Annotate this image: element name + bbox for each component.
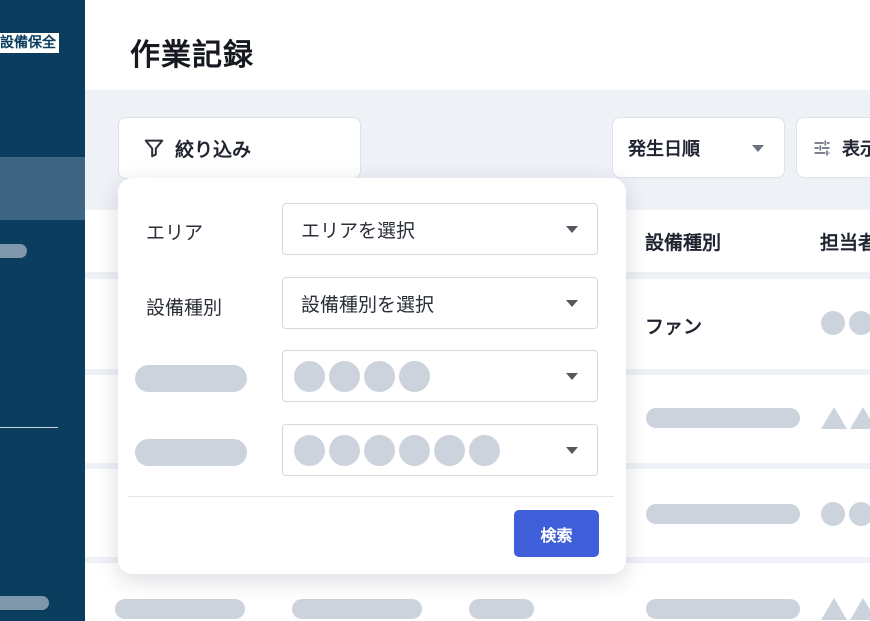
triangle-placeholder-icon <box>821 598 847 620</box>
placeholder-dot <box>469 434 500 466</box>
filter-popover: エリア エリアを選択 設備種別 設備種別を選択 検索 <box>118 178 626 574</box>
sidebar-item-placeholder[interactable] <box>0 596 49 610</box>
placeholder-dot <box>329 360 360 392</box>
filter-button[interactable]: 絞り込み <box>118 117 361 179</box>
chevron-down-icon <box>566 300 578 307</box>
area-select[interactable]: エリアを選択 <box>282 203 598 255</box>
column-header-placeholder <box>108 228 115 250</box>
area-label: エリア <box>146 222 204 244</box>
chevron-down-icon <box>566 447 578 454</box>
filter-button-label: 絞り込み <box>175 138 252 161</box>
table-cell-placeholder <box>469 599 534 619</box>
table-cell-placeholder <box>646 408 800 428</box>
triangle-placeholder-icon <box>850 407 870 429</box>
sidebar-item-placeholder[interactable] <box>0 244 27 258</box>
sidebar: 設備保全 <box>0 0 85 621</box>
field-label-placeholder <box>135 439 247 466</box>
funnel-icon <box>144 139 164 158</box>
sort-select[interactable]: 発生日順 <box>612 117 785 178</box>
placeholder-dot <box>329 434 360 466</box>
placeholder-dot <box>294 434 325 466</box>
filter-select-placeholder[interactable] <box>282 350 598 402</box>
chevron-down-icon <box>752 145 764 152</box>
display-settings-label: 表示 <box>842 138 870 160</box>
placeholder-dot <box>434 434 465 466</box>
placeholder-dot <box>364 434 395 466</box>
sort-select-value: 発生日順 <box>628 138 700 160</box>
search-button[interactable]: 検索 <box>514 510 599 557</box>
table-cell-equipment-type: ファン <box>645 316 703 338</box>
placeholder-dot <box>364 360 395 392</box>
assignee-avatar-placeholder <box>821 502 845 526</box>
table-cell-placeholder <box>292 599 422 619</box>
chevron-down-icon <box>566 226 578 233</box>
equipment-type-select-placeholder: 設備種別を選択 <box>301 293 435 316</box>
sidebar-item-active[interactable] <box>0 157 85 220</box>
assignee-avatar-placeholder <box>849 502 870 526</box>
table-cell-placeholder <box>646 599 800 619</box>
column-header-equipment-type[interactable]: 設備種別 <box>645 228 721 255</box>
field-label-placeholder <box>135 365 247 392</box>
column-header-assignee[interactable]: 担当者 <box>820 228 870 255</box>
popover-divider <box>128 496 614 497</box>
filter-select-placeholder[interactable] <box>282 424 598 476</box>
placeholder-dot <box>399 434 430 466</box>
placeholder-dot <box>294 360 325 392</box>
assignee-avatar-placeholder <box>821 311 845 335</box>
assignee-avatar-placeholder <box>849 311 870 335</box>
triangle-placeholder-icon <box>850 598 870 620</box>
display-settings-button[interactable]: 表示 <box>796 117 870 178</box>
equipment-type-select[interactable]: 設備種別を選択 <box>282 277 598 329</box>
area-select-placeholder: エリアを選択 <box>301 219 416 242</box>
triangle-placeholder-icon <box>821 407 847 429</box>
page-title: 作業記録 <box>130 38 254 73</box>
sliders-icon <box>814 140 830 155</box>
table-cell-placeholder <box>115 599 245 619</box>
equipment-type-label: 設備種別 <box>146 297 223 319</box>
page-header: 作業記録 <box>85 0 870 90</box>
sidebar-divider <box>0 427 58 428</box>
brand-logo: 設備保全 <box>0 33 59 53</box>
placeholder-dot <box>399 360 430 392</box>
chevron-down-icon <box>566 373 578 380</box>
table-cell-placeholder <box>646 504 800 524</box>
